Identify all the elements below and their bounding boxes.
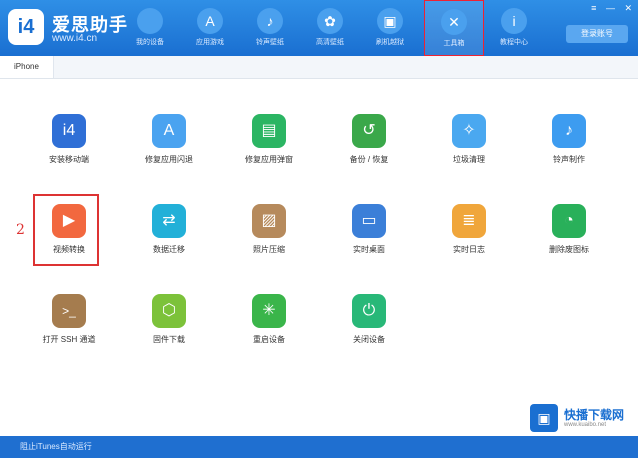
tab-iphone[interactable]: iPhone xyxy=(0,56,54,78)
nav-label: 教程中心 xyxy=(500,39,528,46)
minimize-icon[interactable]: — xyxy=(606,3,615,13)
popup-repair-icon: ▤ xyxy=(252,114,286,148)
watermark-box-icon: ▣ xyxy=(530,404,558,432)
tool-delete-icons[interactable]: ◔ 删除废图标 xyxy=(526,204,612,276)
tool-data-migration[interactable]: ⇄ 数据迁移 xyxy=(126,204,212,276)
app-repair-icon: A xyxy=(152,114,186,148)
tool-label: 数据迁移 xyxy=(153,245,185,254)
nav-label: 高清壁纸 xyxy=(316,39,344,46)
login-button[interactable]: 登录账号 xyxy=(566,25,628,43)
nav-label: 应用游戏 xyxy=(196,39,224,46)
video-convert-icon: ▶ xyxy=(52,204,86,238)
restart-icon: ✳ xyxy=(252,294,286,328)
app-url: www.i4.cn xyxy=(52,33,98,44)
apple-icon xyxy=(137,8,163,34)
tool-label: 实时日志 xyxy=(453,245,485,254)
box-icon: ▣ xyxy=(377,8,403,34)
bell-icon: ♪ xyxy=(257,8,283,34)
tool-restart-device[interactable]: ✳ 重启设备 xyxy=(226,294,312,366)
tool-label: 固件下载 xyxy=(153,335,185,344)
close-icon[interactable]: ✕ xyxy=(624,3,632,13)
status-bar: 阻止iTunes自动运行 xyxy=(0,436,638,458)
tool-label: 关闭设备 xyxy=(353,335,385,344)
tool-label: 修复应用闪退 xyxy=(145,155,193,164)
nav-ringtones[interactable]: ♪ 铃声壁纸 xyxy=(240,0,300,56)
data-migrate-icon: ⇄ xyxy=(152,204,186,238)
power-icon: ⏻ xyxy=(352,294,386,328)
tool-label: 垃圾清理 xyxy=(453,155,485,164)
delete-icon-icon: ◔ xyxy=(552,204,586,238)
nav-apps-games[interactable]: A 应用游戏 xyxy=(180,0,240,56)
tool-open-ssh[interactable]: >_ 打开 SSH 通道 xyxy=(26,294,112,366)
tool-photo-compress[interactable]: ▨ 照片压缩 xyxy=(226,204,312,276)
itunes-autorun-toggle[interactable]: 阻止iTunes自动运行 xyxy=(20,442,92,451)
logo-badge: i4 xyxy=(8,9,44,45)
device-tab-bar: iPhone xyxy=(0,56,638,79)
tool-label: 删除废图标 xyxy=(549,245,589,254)
nav-label: 工具箱 xyxy=(443,40,465,47)
nav-my-device[interactable]: 我的设备 xyxy=(120,0,180,56)
broom-icon: ✧ xyxy=(452,114,486,148)
nav-toolbox[interactable]: ✕ 工具箱 xyxy=(424,0,484,56)
menu-icon[interactable]: ≡ xyxy=(591,3,596,13)
backup-icon: ↺ xyxy=(352,114,386,148)
nav-wallpapers[interactable]: ✿ 高清壁纸 xyxy=(300,0,360,56)
tool-fix-app-popup[interactable]: ▤ 修复应用弹窗 xyxy=(226,114,312,186)
watermark: ▣ 快播下载网 www.kuaibo.net xyxy=(530,402,630,434)
tool-label: 安装移动端 xyxy=(49,155,89,164)
tool-label: 照片压缩 xyxy=(253,245,285,254)
tool-label: 铃声制作 xyxy=(553,155,585,164)
photo-compress-icon: ▨ xyxy=(252,204,286,238)
nav-label: 刷机越狱 xyxy=(376,39,404,46)
tool-install-mobile[interactable]: i4 安装移动端 xyxy=(26,114,112,186)
tool-video-convert[interactable]: ▶ 视频转换 xyxy=(26,204,112,276)
tool-label: 视频转换 xyxy=(53,245,85,254)
nav-flash-jailbreak[interactable]: ▣ 刷机越狱 xyxy=(360,0,420,56)
tool-shutdown-device[interactable]: ⏻ 关闭设备 xyxy=(326,294,412,366)
top-toolbar: i4 爱思助手 www.i4.cn 我的设备 A 应用游戏 ♪ 铃声壁纸 ✿ 高… xyxy=(0,0,638,56)
tool-firmware-download[interactable]: ⬡ 固件下载 xyxy=(126,294,212,366)
tools-icon: ✕ xyxy=(441,9,467,35)
watermark-url: www.kuaibo.net xyxy=(564,422,607,428)
tool-realtime-log[interactable]: ≣ 实时日志 xyxy=(426,204,512,276)
tool-ringtone-maker[interactable]: ♪ 铃声制作 xyxy=(526,114,612,186)
window-controls: ≡ — ✕ xyxy=(584,3,632,14)
annotation-2: 2 xyxy=(16,222,25,238)
tool-label: 实时桌面 xyxy=(353,245,385,254)
tool-junk-clean[interactable]: ✧ 垃圾清理 xyxy=(426,114,512,186)
tool-backup-restore[interactable]: ↺ 备份 / 恢复 xyxy=(326,114,412,186)
wallpaper-icon: ✿ xyxy=(317,8,343,34)
nav-label: 我的设备 xyxy=(136,39,164,46)
info-icon: i xyxy=(501,8,527,34)
app-store-icon: A xyxy=(197,8,223,34)
ssh-icon: >_ xyxy=(52,294,86,328)
tool-label: 打开 SSH 通道 xyxy=(42,335,96,344)
tool-label: 重启设备 xyxy=(253,335,285,344)
bell-icon: ♪ xyxy=(552,114,586,148)
firmware-download-icon: ⬡ xyxy=(152,294,186,328)
watermark-title: 快播下载网 xyxy=(564,408,625,422)
tool-realtime-desktop[interactable]: ▭ 实时桌面 xyxy=(326,204,412,276)
tool-label: 修复应用弹窗 xyxy=(245,155,293,164)
i4-app-icon: i4 xyxy=(52,114,86,148)
desktop-icon: ▭ xyxy=(352,204,386,238)
tool-fix-app-crash[interactable]: A 修复应用闪退 xyxy=(126,114,212,186)
nav-tutorials[interactable]: i 教程中心 xyxy=(484,0,544,56)
log-icon: ≣ xyxy=(452,204,486,238)
nav-label: 铃声壁纸 xyxy=(256,39,284,46)
tool-label: 备份 / 恢复 xyxy=(349,155,389,164)
